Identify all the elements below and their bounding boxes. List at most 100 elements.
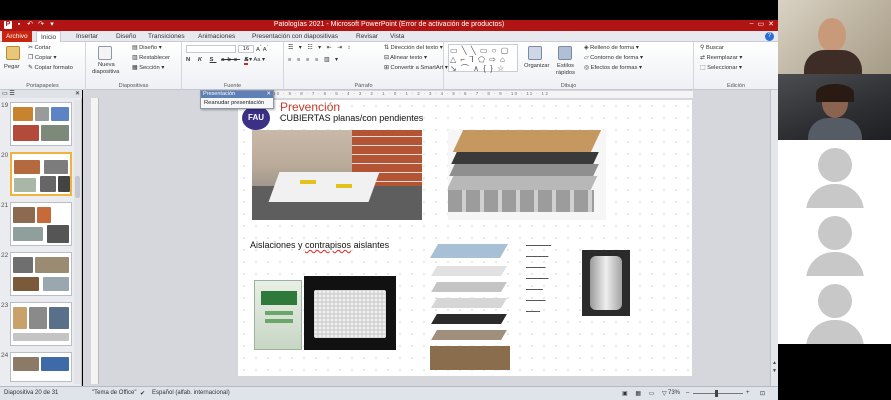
font-color-icon[interactable]: A ▾ Aa ▾ <box>244 57 265 65</box>
scroll-up-icon[interactable]: ▲ <box>772 360 777 366</box>
section-heading-aislaciones[interactable]: Aislaciones y contrapisos aislantes <box>250 240 389 250</box>
group-edicion: ⚲ Buscar ⇄ Reemplazar ▾ ⬚ Seleccionar ▾ … <box>694 42 778 90</box>
arrange-icon[interactable] <box>528 46 542 60</box>
spelling-icon[interactable]: ✔ <box>140 390 145 397</box>
insulation-bag-image[interactable] <box>254 280 302 350</box>
zoom-slider-knob[interactable] <box>715 390 718 397</box>
tab-revisar[interactable]: Revisar <box>356 31 378 42</box>
arrange-button[interactable]: Organizar <box>524 63 549 69</box>
zoom-slider[interactable] <box>693 390 743 397</box>
participant-avatar-3[interactable] <box>778 276 891 344</box>
title-bar: P ▪ ↶ ↷ ▾ Patologías 2021 - Microsoft Po… <box>0 20 778 31</box>
smartart-button[interactable]: ⊞ Convertir a SmartArt ▾ <box>384 65 448 71</box>
font-size-combo[interactable]: 16 <box>238 45 254 53</box>
tab-diseno[interactable]: Diseño <box>116 31 136 42</box>
roof-insulation-image[interactable] <box>252 130 422 220</box>
quick-styles-button-2[interactable]: rápidos <box>556 70 575 76</box>
close-icon[interactable]: ✕ <box>266 91 271 98</box>
thumb-number: 20 <box>1 152 9 159</box>
slide-thumbnail[interactable] <box>10 352 72 382</box>
slide-title[interactable]: Prevención <box>280 100 340 114</box>
language[interactable]: Español (alfab. internacional) <box>152 390 230 396</box>
copy-button[interactable]: ❐ Copiar ▾ <box>28 55 56 61</box>
editor-scrollbar[interactable]: ▲ ▼ <box>770 90 778 386</box>
tab-archivo[interactable]: Archivo <box>2 31 32 42</box>
replace-button[interactable]: ⇄ Reemplazar ▾ <box>700 55 742 61</box>
select-button[interactable]: ⬚ Seleccionar ▾ <box>700 65 742 71</box>
close-icon[interactable]: ✕ <box>768 20 774 28</box>
scroll-down-icon[interactable]: ▼ <box>772 368 777 374</box>
slides-pane: ▭ ☰ ✕ 19 20 21 22 23 24 <box>0 90 82 386</box>
quick-styles-icon[interactable] <box>558 46 572 60</box>
section-button[interactable]: ▦ Sección ▾ <box>132 65 164 71</box>
minimize-icon[interactable]: – <box>750 20 754 28</box>
shape-fill-button[interactable]: ◈ Relleno de forma ▾ <box>584 45 639 51</box>
slide-thumbnail-selected[interactable] <box>10 152 72 196</box>
fit-slide-icon[interactable]: ⊡ <box>760 390 765 397</box>
new-slide-icon[interactable] <box>98 46 112 60</box>
fau-logo: FAU <box>242 106 270 130</box>
user-avatar-icon <box>818 216 852 250</box>
participant-avatar-1[interactable] <box>778 140 891 208</box>
shape-effects-button[interactable]: ◎ Efectos de formas ▾ <box>584 65 642 71</box>
tab-vista[interactable]: Vista <box>390 31 404 42</box>
window-title: Patologías 2021 - Microsoft PowerPoint (… <box>273 21 505 28</box>
scrollbar-thumb[interactable] <box>75 176 80 198</box>
slide-thumbnail[interactable] <box>10 202 72 246</box>
tab-inicio[interactable]: Inicio <box>36 31 62 42</box>
zoom-in-icon[interactable]: + <box>746 390 750 396</box>
help-icon[interactable]: ? <box>765 32 774 41</box>
slide-thumbnail[interactable] <box>10 252 72 296</box>
align-text-button[interactable]: ⊟ Alinear texto ▾ <box>384 55 427 61</box>
shapes-gallery[interactable]: ▭ ╲ ╲ ▭ ○ ▢ △ ⌐ ⅂ ⬠ ⇨ ⌂ ↘ ⌒ ∧ { } ☆ <box>448 44 518 73</box>
quick-styles-button[interactable]: Estilos <box>557 63 574 69</box>
slide-editor: 10 · 9 · 8 · 7 · 6 · 5 · 4 · 3 · 2 · 1 ·… <box>83 90 778 386</box>
group-label: Fuente <box>223 83 242 89</box>
close-icon[interactable]: ✕ <box>75 90 80 97</box>
group-label: Párrafo <box>354 83 373 89</box>
tab-presentacion[interactable]: Presentación con diapositivas <box>252 31 338 42</box>
view-buttons[interactable]: ▣ ▦ ▭ ▽ <box>622 390 670 397</box>
participant-avatar-2[interactable] <box>778 208 891 276</box>
participant-video-1[interactable] <box>778 0 891 74</box>
slide-thumbnail[interactable] <box>10 102 72 146</box>
resume-presentation-item[interactable]: Reanudar presentación <box>201 98 273 108</box>
participant-video-2[interactable] <box>778 74 891 140</box>
tab-animaciones[interactable]: Animaciones <box>198 31 235 42</box>
zoom-level[interactable]: 73% <box>668 390 680 396</box>
reset-button[interactable]: ▥ Restablecer <box>132 55 170 61</box>
horizontal-ruler: 10 · 9 · 8 · 7 · 6 · 5 · 4 · 3 · 2 · 1 ·… <box>273 91 693 98</box>
cut-button[interactable]: ✂ Cortar <box>28 45 51 51</box>
group-diapositivas: Nueva diapositiva ▤ Diseño ▾ ▥ Restablec… <box>86 42 182 90</box>
foil-roll-image[interactable] <box>582 250 630 316</box>
zoom-out-icon[interactable]: – <box>686 390 689 396</box>
slide-subtitle[interactable]: CUBIERTAS planas/con pendientes <box>280 113 423 123</box>
font-name-combo[interactable] <box>186 45 236 53</box>
slides-pane-tabs: ▭ ☰ ✕ <box>0 90 82 98</box>
find-button[interactable]: ⚲ Buscar <box>700 45 724 51</box>
paste-icon[interactable] <box>6 46 20 60</box>
new-slide-button[interactable]: Nueva <box>98 62 115 68</box>
slide-canvas[interactable]: FAU Prevención CUBIERTAS planas/con pend… <box>238 100 692 376</box>
new-slide-button-2[interactable]: diapositiva <box>92 69 119 75</box>
slides-tab-icon[interactable]: ▭ ☰ <box>2 90 15 97</box>
floor-layers-image[interactable] <box>424 240 520 374</box>
slide-thumbnail[interactable] <box>10 302 72 346</box>
align-buttons[interactable]: ≡ ≡ ≡ ≡ ▥ ▾ <box>288 57 340 63</box>
layout-button[interactable]: ▤ Diseño ▾ <box>132 45 162 51</box>
list-buttons[interactable]: ☰ ▾ ☷ ▾ ⇤ ⇥ ↕ <box>288 45 353 51</box>
grow-font-icon[interactable]: Aˆ Aˇ <box>256 45 268 53</box>
theme-name[interactable]: "Tema de Office" <box>92 390 137 396</box>
roof-layers-image[interactable] <box>448 130 606 220</box>
text-direction-button[interactable]: ⇅ Dirección del texto ▾ <box>384 45 443 51</box>
group-label: Dibujo <box>560 83 577 89</box>
maximize-icon[interactable]: ▭ <box>758 20 765 28</box>
font-format-buttons[interactable]: N K S abc S <box>186 57 252 63</box>
aerated-block-image[interactable] <box>304 276 396 350</box>
paste-button[interactable]: Pegar <box>4 64 19 70</box>
slides-pane-scrollbar[interactable] <box>74 100 81 384</box>
tab-insertar[interactable]: Insertar <box>76 31 98 42</box>
format-painter-button[interactable]: ✎ Copiar formato <box>28 65 73 71</box>
tab-transiciones[interactable]: Transiciones <box>148 31 185 42</box>
shape-outline-button[interactable]: ▱ Contorno de forma ▾ <box>584 55 643 61</box>
